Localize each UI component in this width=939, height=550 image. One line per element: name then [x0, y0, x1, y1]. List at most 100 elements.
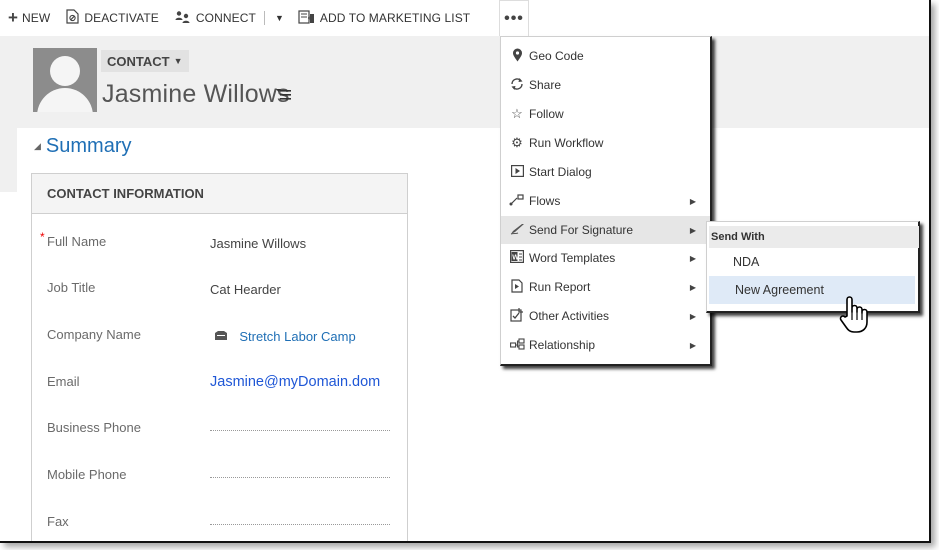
run-report-label: Run Report	[529, 280, 591, 294]
submenu-item-new-agreement[interactable]: New Agreement	[709, 276, 915, 304]
entity-type-selector[interactable]: CONTACT ▼	[101, 50, 189, 72]
fax-input[interactable]	[210, 524, 390, 525]
submenu-arrow-icon: ▶	[689, 340, 696, 350]
mobile-phone-input[interactable]	[210, 477, 390, 478]
follow-label: Follow	[529, 107, 564, 121]
share-label: Share	[529, 78, 562, 92]
plus-icon: +	[8, 8, 19, 27]
send-for-signature-label: Send For Signature	[529, 223, 634, 237]
connect-button[interactable]: CONNECT	[167, 0, 260, 36]
menu-item-follow[interactable]: ☆ Follow	[501, 100, 710, 128]
connect-icon	[175, 10, 191, 27]
company-name-link[interactable]: Stretch Labor Camp	[214, 329, 356, 344]
submenu-arrow-icon: ▶	[689, 225, 696, 235]
send-with-header: Send With	[709, 226, 919, 248]
send-with-submenu: Send With NDA New Agreement	[706, 221, 920, 313]
field-fax: Fax	[32, 514, 407, 541]
relationship-label: Relationship	[529, 338, 596, 352]
svg-text:W: W	[512, 255, 519, 262]
menu-item-flows[interactable]: Flows ▶	[501, 187, 710, 215]
more-commands-button[interactable]: •••	[499, 0, 529, 36]
full-name-label: Full Name	[47, 234, 107, 249]
word-icon: W	[508, 250, 526, 266]
menu-item-send-for-signature[interactable]: Send For Signature ▶	[501, 216, 710, 244]
submenu-arrow-icon: ▶	[689, 311, 696, 321]
deactivate-button[interactable]: DEACTIVATE	[58, 0, 167, 36]
submenu-arrow-icon: ▶	[689, 282, 696, 292]
company-name-value: Stretch Labor Camp	[239, 329, 356, 344]
menu-item-geo-code[interactable]: Geo Code	[501, 42, 710, 70]
connect-label: CONNECT	[195, 11, 256, 25]
field-job-title: Job Title Cat Hearder	[32, 280, 407, 310]
flows-icon	[508, 193, 526, 209]
report-icon	[508, 278, 526, 296]
more-commands-menu: Geo Code Share ☆ Follow ⚙ Run Workflow S…	[500, 36, 712, 366]
job-title-label: Job Title	[47, 280, 96, 295]
company-name-label: Company Name	[47, 327, 141, 342]
star-icon: ☆	[511, 106, 523, 121]
command-bar: + NEW DEACTIVATE CONNECT ▼ ADD TO MARKET…	[0, 0, 929, 36]
menu-item-word-templates[interactable]: W Word Templates ▶	[501, 244, 710, 272]
other-activities-label: Other Activities	[529, 309, 610, 323]
submenu-arrow-icon: ▶	[689, 196, 696, 206]
flows-label: Flows	[529, 194, 561, 208]
menu-item-run-report[interactable]: Run Report ▶	[501, 273, 710, 301]
company-icon	[214, 330, 231, 344]
start-dialog-label: Start Dialog	[529, 165, 592, 179]
toolbar-divider	[263, 11, 265, 25]
marketing-list-icon	[298, 9, 315, 27]
deactivate-icon	[66, 9, 79, 27]
summary-title: Summary	[45, 135, 132, 157]
business-phone-label: Business Phone	[47, 420, 141, 435]
nda-label: NDA	[733, 255, 760, 269]
field-mobile-phone: Mobile Phone	[32, 467, 407, 497]
chevron-down-icon: ▼	[173, 56, 183, 66]
signature-icon	[508, 223, 526, 238]
job-title-value[interactable]: Cat Hearder	[210, 282, 281, 297]
map-pin-icon	[508, 48, 526, 65]
fax-label: Fax	[47, 514, 69, 529]
record-menu-icon[interactable]	[276, 85, 292, 105]
avatar-head-shape	[50, 56, 80, 86]
record-title: Jasmine Willows	[102, 80, 290, 108]
field-label-full-name: * Full Name	[40, 230, 107, 249]
hand-cursor-icon	[838, 294, 870, 336]
workflow-icon: ⚙	[511, 135, 523, 150]
new-button[interactable]: + NEW	[0, 0, 58, 36]
crm-contact-window: + NEW DEACTIVATE CONNECT ▼ ADD TO MARKET…	[0, 0, 931, 543]
dialog-icon	[508, 164, 526, 180]
word-templates-label: Word Templates	[529, 251, 616, 265]
contact-avatar[interactable]	[33, 48, 97, 112]
share-icon	[508, 77, 526, 94]
menu-item-start-dialog[interactable]: Start Dialog	[501, 158, 710, 186]
business-phone-input[interactable]	[210, 430, 390, 431]
new-agreement-label: New Agreement	[735, 283, 824, 297]
menu-item-other-activities[interactable]: Other Activities ▶	[501, 302, 710, 330]
menu-item-share[interactable]: Share	[501, 71, 710, 99]
submenu-arrow-icon: ▶	[689, 253, 696, 263]
connect-dropdown-icon[interactable]: ▼	[269, 13, 290, 23]
submenu-item-nda[interactable]: NDA	[707, 248, 918, 276]
summary-section-toggle[interactable]: ◢ Summary	[34, 135, 132, 158]
deactivate-label: DEACTIVATE	[84, 11, 159, 25]
collapse-triangle-icon: ◢	[34, 141, 41, 151]
contact-information-title: CONTACT INFORMATION	[32, 174, 407, 214]
email-label: Email	[47, 374, 80, 389]
header-side-band	[0, 128, 17, 192]
mobile-phone-label: Mobile Phone	[47, 467, 127, 482]
contact-information-section: CONTACT INFORMATION * Full Name Jasmine W…	[31, 173, 408, 541]
menu-item-relationship[interactable]: Relationship ▶	[501, 331, 710, 359]
full-name-value[interactable]: Jasmine Willows	[210, 236, 306, 251]
menu-item-run-workflow[interactable]: ⚙ Run Workflow	[501, 129, 710, 157]
avatar-body-shape	[37, 88, 93, 112]
email-value[interactable]: Jasmine@myDomain.dom	[210, 374, 380, 390]
run-workflow-label: Run Workflow	[529, 136, 604, 150]
activities-icon	[508, 307, 526, 325]
add-to-marketing-list-button[interactable]: ADD TO MARKETING LIST	[290, 0, 478, 36]
required-asterisk: *	[40, 230, 45, 244]
add-to-marketing-list-label: ADD TO MARKETING LIST	[319, 11, 471, 25]
field-email: Email Jasmine@myDomain.dom	[32, 374, 407, 404]
field-business-phone: Business Phone	[32, 420, 407, 450]
field-full-name: * Full Name Jasmine Willows	[32, 230, 407, 264]
field-company-name: Company Name Stretch Labor Camp	[32, 327, 407, 357]
